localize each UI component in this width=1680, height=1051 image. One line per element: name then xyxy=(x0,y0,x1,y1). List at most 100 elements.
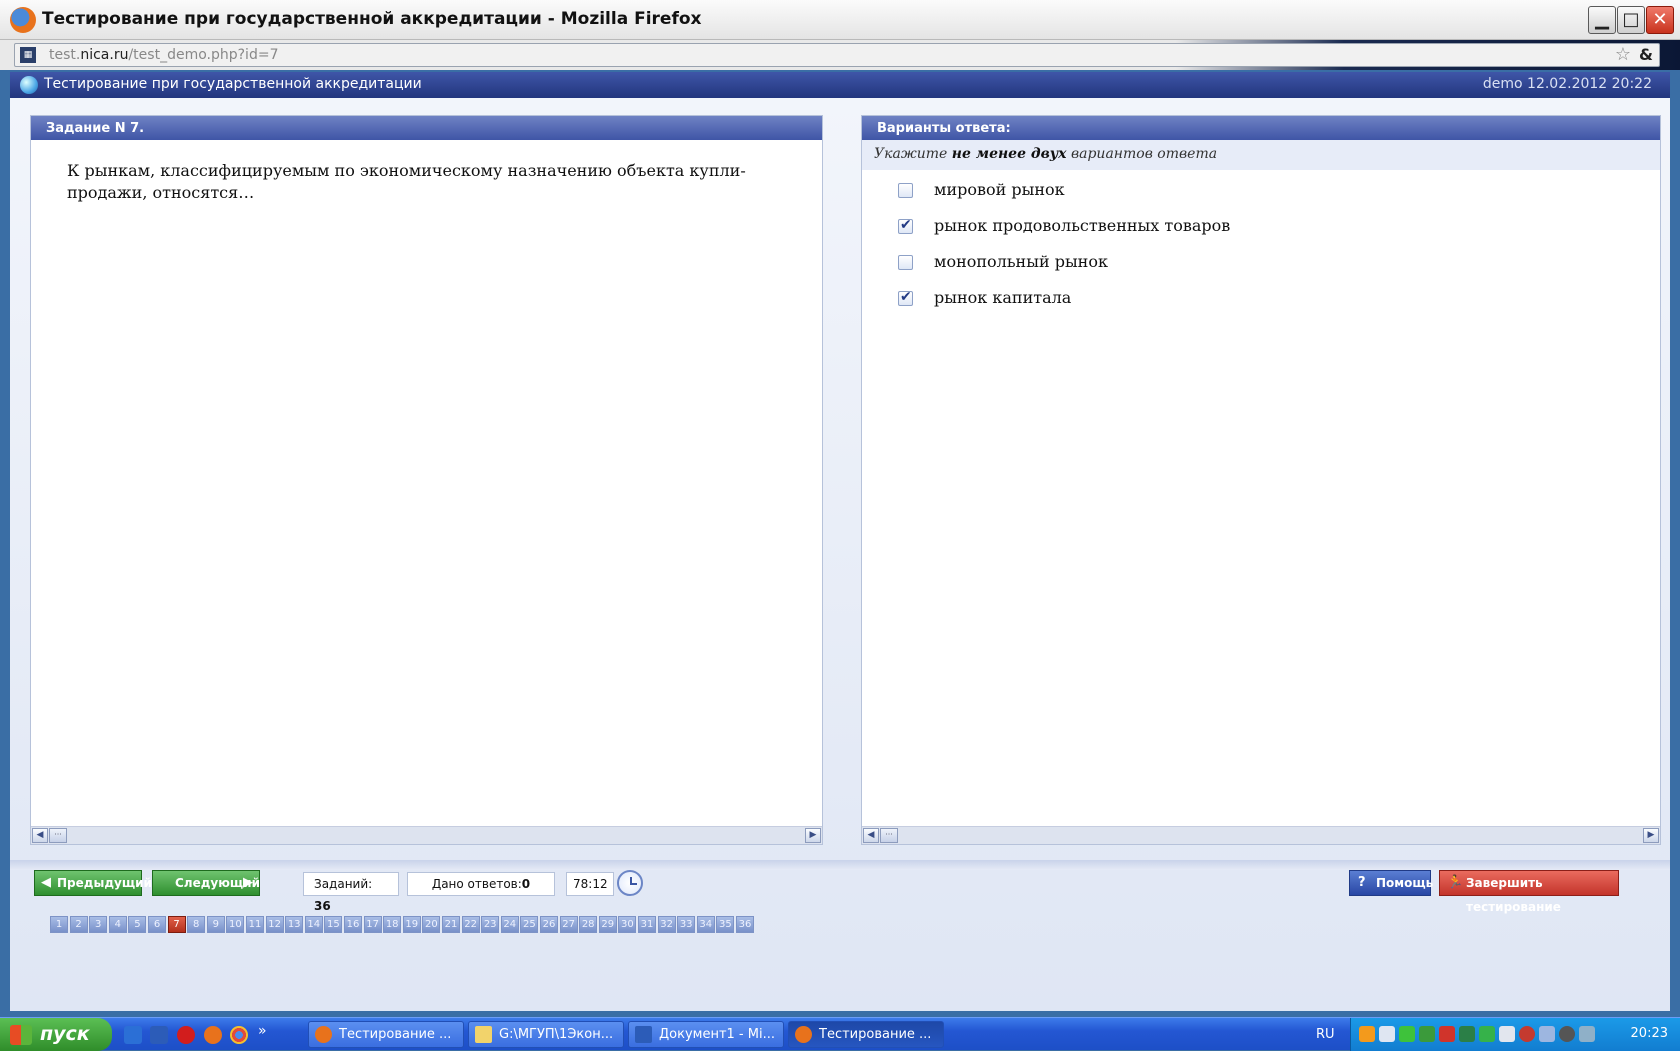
taskbar-item[interactable]: Документ1 - Mi... xyxy=(628,1021,784,1048)
page-number-button[interactable]: 21 xyxy=(442,916,460,933)
opera-icon[interactable] xyxy=(177,1026,195,1044)
taskbar-item[interactable]: G:\МГУП\1Экон... xyxy=(468,1021,624,1048)
page-number-button[interactable]: 6 xyxy=(148,916,166,933)
system-clock[interactable]: 20:23 xyxy=(1631,1026,1668,1041)
page-number-button[interactable]: 24 xyxy=(500,916,519,933)
ovi-icon[interactable] xyxy=(1419,1026,1435,1042)
language-indicator[interactable]: RU xyxy=(1316,1027,1335,1042)
answer-label[interactable]: рынок продовольственных товаров xyxy=(934,216,1230,235)
answered-count-value: 0 xyxy=(521,877,531,891)
network-icon[interactable] xyxy=(1539,1026,1555,1042)
star-icon[interactable]: ☆ xyxy=(1615,44,1631,65)
ie-icon[interactable] xyxy=(124,1026,142,1044)
scroll-right-arrow-icon[interactable]: ▶ xyxy=(805,828,821,843)
download-icon[interactable] xyxy=(1399,1026,1415,1042)
scroll-left-arrow-icon[interactable]: ◀ xyxy=(32,828,48,843)
next-button[interactable]: Следующий ▶ xyxy=(152,870,260,896)
tray-app-icon[interactable] xyxy=(1579,1026,1595,1042)
answer-label[interactable]: монопольный рынок xyxy=(934,252,1108,271)
page-number-button[interactable]: 33 xyxy=(677,916,696,933)
page-number-button[interactable]: 4 xyxy=(108,916,127,933)
page-number-button[interactable]: 5 xyxy=(128,916,147,933)
url-bar[interactable]: ▦ test.nica.ru/test_demo.php?id=7 ☆ & xyxy=(14,43,1660,67)
question-panel: Задание N 7. К рынкам, классифицируемым … xyxy=(30,115,823,845)
firefox-icon xyxy=(795,1026,812,1043)
page-number-button[interactable]: 1 xyxy=(50,916,68,933)
page-number-button[interactable]: 13 xyxy=(285,916,304,933)
page-number-button[interactable]: 19 xyxy=(402,916,421,933)
answer-option[interactable]: мировой рынок xyxy=(898,179,1498,203)
page-number-button[interactable]: 14 xyxy=(304,916,323,933)
scroll-thumb[interactable]: ··· xyxy=(880,828,898,843)
taskbar-item[interactable]: Тестирование ... xyxy=(788,1021,944,1048)
page-number-button[interactable]: 27 xyxy=(559,916,578,933)
page-number-button[interactable]: 29 xyxy=(598,916,617,933)
page-number-button[interactable]: 7 xyxy=(167,916,186,933)
page-number-button[interactable]: 9 xyxy=(206,916,225,933)
firefox-icon xyxy=(315,1026,332,1043)
scroll-thumb[interactable]: ··· xyxy=(49,828,67,843)
more-quicklaunch-icon[interactable]: » xyxy=(258,1023,267,1039)
answer-label[interactable]: мировой рынок xyxy=(934,180,1065,199)
start-button[interactable]: пуск xyxy=(0,1018,112,1051)
word-icon[interactable] xyxy=(150,1026,168,1044)
page-number-button[interactable]: 11 xyxy=(246,916,264,933)
minimize-button[interactable]: ▁ xyxy=(1588,6,1616,34)
page-number-button[interactable]: 10 xyxy=(226,916,245,933)
answer-option[interactable]: рынок продовольственных товаров xyxy=(898,215,1498,239)
page-number-button[interactable]: 17 xyxy=(363,916,382,933)
page-number-button[interactable]: 25 xyxy=(520,916,539,933)
finish-test-button[interactable]: 🏃 Завершить тестирование xyxy=(1439,870,1619,914)
page-number-button[interactable]: 23 xyxy=(481,916,500,933)
answer-option[interactable]: монопольный рынок xyxy=(898,251,1498,275)
answers-panel: Варианты ответа: Укажите не менее двух в… xyxy=(861,115,1661,845)
page-number-button[interactable]: 35 xyxy=(716,916,735,933)
answer-checkbox[interactable] xyxy=(898,289,913,306)
page-number-button[interactable]: 36 xyxy=(736,916,754,933)
page-number-button[interactable]: 34 xyxy=(696,916,715,933)
page-number-button[interactable]: 12 xyxy=(265,916,284,933)
page-number-button[interactable]: 15 xyxy=(324,916,343,933)
firefox-icon[interactable] xyxy=(204,1026,222,1044)
answers-hint: Укажите не менее двух вариантов ответа xyxy=(862,140,1660,170)
question-header: Задание N 7. xyxy=(31,116,822,140)
page-number-button[interactable]: 20 xyxy=(422,916,441,933)
scroll-right-arrow-icon[interactable]: ▶ xyxy=(1643,828,1659,843)
help-button[interactable]: ? Помощь xyxy=(1349,870,1433,896)
maximize-button[interactable]: □ xyxy=(1617,6,1645,34)
scroll-left-arrow-icon[interactable]: ◀ xyxy=(863,828,879,843)
site-identity-icon[interactable]: ▦ xyxy=(20,47,36,63)
answer-checkbox[interactable] xyxy=(898,217,913,234)
prev-button[interactable]: ◀ Предыдущий xyxy=(34,870,152,896)
tray-app-icon[interactable] xyxy=(1499,1026,1515,1042)
page-number-button[interactable]: 3 xyxy=(89,916,108,933)
page-number-button[interactable]: 31 xyxy=(638,916,656,933)
antivirus-icon[interactable] xyxy=(1519,1026,1535,1042)
page-number-button[interactable]: 26 xyxy=(540,916,558,933)
page-number-button[interactable]: 16 xyxy=(344,916,362,933)
addon-icon[interactable]: & xyxy=(1639,45,1653,64)
url-text[interactable]: test.nica.ru/test_demo.php?id=7 xyxy=(49,47,278,63)
page-number-button[interactable]: 8 xyxy=(187,916,206,933)
tray-app-icon[interactable] xyxy=(1459,1026,1475,1042)
answer-label[interactable]: рынок капитала xyxy=(934,288,1071,307)
page-number-button[interactable]: 28 xyxy=(579,916,598,933)
page-number-button[interactable]: 30 xyxy=(618,916,637,933)
answer-checkbox[interactable] xyxy=(898,183,913,198)
taskbar-item[interactable]: Тестирование ... xyxy=(308,1021,464,1048)
tray-app-icon[interactable] xyxy=(1559,1026,1575,1042)
page-number-button[interactable]: 32 xyxy=(657,916,676,933)
answers-horizontal-scrollbar[interactable]: ◀ ··· ▶ xyxy=(862,826,1660,844)
chrome-icon[interactable] xyxy=(230,1026,248,1044)
answer-option[interactable]: рынок капитала xyxy=(898,287,1498,311)
tray-app-icon[interactable] xyxy=(1479,1026,1495,1042)
tray-app-icon[interactable] xyxy=(1439,1026,1455,1042)
tray-app-icon[interactable] xyxy=(1359,1026,1375,1042)
page-number-button[interactable]: 22 xyxy=(461,916,480,933)
close-button[interactable]: ✕ xyxy=(1646,6,1674,34)
question-horizontal-scrollbar[interactable]: ◀ ··· ▶ xyxy=(31,826,822,844)
page-number-button[interactable]: 2 xyxy=(69,916,88,933)
tray-app-icon[interactable] xyxy=(1379,1026,1395,1042)
page-number-button[interactable]: 18 xyxy=(383,916,402,933)
answer-checkbox[interactable] xyxy=(898,255,913,270)
